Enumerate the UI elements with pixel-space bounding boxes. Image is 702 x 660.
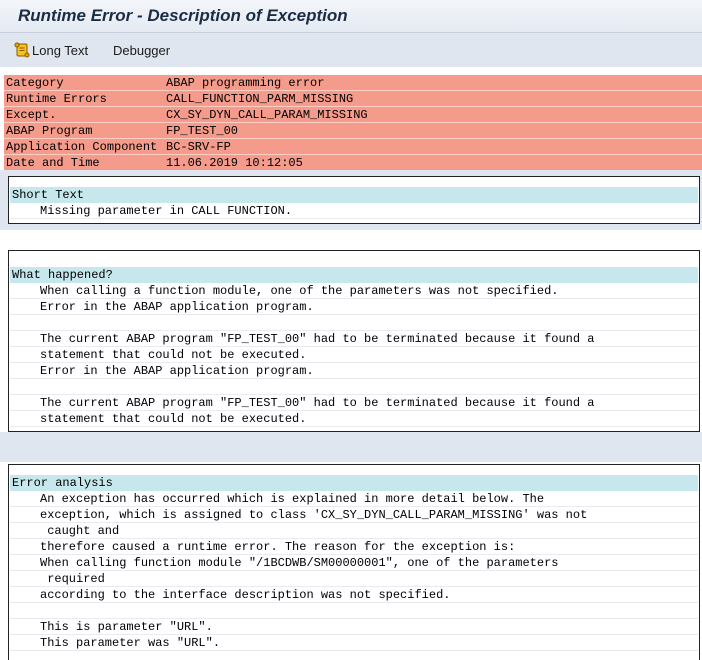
error-summary: Category ABAP programming error Runtime …	[4, 75, 702, 171]
summary-label: Category	[6, 76, 64, 90]
summary-label: ABAP Program	[6, 124, 93, 138]
scroll-icon	[14, 42, 30, 58]
text-line: according to the interface description w…	[10, 587, 698, 603]
panel-title: Error analysis	[10, 475, 698, 491]
short-text-panel: Short Text Missing parameter in CALL FUN…	[8, 176, 700, 224]
text-line: The current ABAP program "FP_TEST_00" ha…	[10, 395, 698, 411]
panel-title: Short Text	[10, 187, 698, 203]
summary-label: Except.	[6, 108, 57, 122]
text-line: Missing parameter in CALL FUNCTION.	[10, 203, 698, 219]
long-text-label: Long Text	[32, 42, 89, 58]
section-gap	[0, 432, 702, 462]
text-line: An exception has occurred which is expla…	[10, 491, 698, 507]
long-text-button[interactable]: Long Text	[14, 41, 88, 59]
summary-label: Runtime Errors	[6, 92, 107, 106]
text-line: statement that could not be executed.	[10, 411, 698, 427]
title-bar: Runtime Error - Description of Exception	[0, 0, 702, 33]
summary-label: Application Component	[6, 140, 158, 154]
summary-value: ABAP programming error	[166, 76, 325, 90]
summary-row: Date and Time 11.06.2019 10:12:05	[4, 155, 702, 171]
summary-row: Category ABAP programming error	[4, 75, 702, 91]
summary-value: CX_SY_DYN_CALL_PARAM_MISSING	[166, 108, 368, 122]
text-line: This parameter was "URL".	[10, 635, 698, 651]
window-title: Runtime Error - Description of Exception	[18, 6, 348, 25]
debugger-label: Debugger	[113, 42, 171, 58]
summary-row: Runtime Errors CALL_FUNCTION_PARM_MISSIN…	[4, 91, 702, 107]
summary-value: BC-SRV-FP	[166, 140, 231, 154]
text-line: The current ABAP program "FP_TEST_00" ha…	[10, 331, 698, 347]
text-line: required	[10, 571, 698, 587]
text-line	[10, 603, 698, 619]
text-line: This is parameter "URL".	[10, 619, 698, 635]
text-line: statement that could not be executed.	[10, 347, 698, 363]
summary-value: CALL_FUNCTION_PARM_MISSING	[166, 92, 354, 106]
debugger-button[interactable]: Debugger	[113, 41, 170, 59]
text-line: exception, which is assigned to class 'C…	[10, 507, 698, 523]
text-line	[10, 315, 698, 331]
text-line: therefore caused a runtime error. The re…	[10, 539, 698, 555]
application-toolbar: Long Text Debugger	[0, 33, 702, 67]
error-analysis-panel: Error analysis An exception has occurred…	[8, 464, 700, 660]
summary-value: 11.06.2019 10:12:05	[166, 156, 303, 170]
summary-value: FP_TEST_00	[166, 124, 239, 138]
what-happened-panel: What happened? When calling a function m…	[8, 250, 700, 432]
summary-row: Except. CX_SY_DYN_CALL_PARAM_MISSING	[4, 107, 702, 123]
text-line	[10, 379, 698, 395]
text-line: When calling a function module, one of t…	[10, 283, 698, 299]
summary-row: Application Component BC-SRV-FP	[4, 139, 702, 155]
text-line: When calling function module "/1BCDWB/SM…	[10, 555, 698, 571]
text-line: Error in the ABAP application program.	[10, 363, 698, 379]
text-line: Error in the ABAP application program.	[10, 299, 698, 315]
summary-label: Date and Time	[6, 156, 100, 170]
content-area: Category ABAP programming error Runtime …	[0, 67, 702, 660]
summary-row: ABAP Program FP_TEST_00	[4, 123, 702, 139]
text-line: caught and	[10, 523, 698, 539]
panel-title: What happened?	[10, 267, 698, 283]
